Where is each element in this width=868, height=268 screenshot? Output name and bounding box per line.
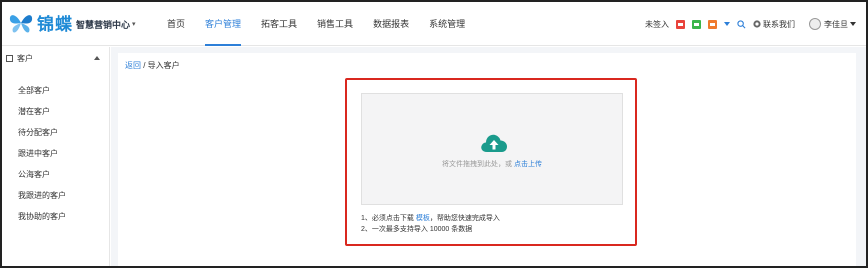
user-menu[interactable]: 李佳旦 xyxy=(809,18,856,30)
file-drop-zone[interactable]: 将文件拖拽到此处，或 点击上传 xyxy=(361,93,623,205)
tip-limit: 2、一次最多支持导入 10000 条数据 xyxy=(361,226,473,233)
butterfly-logo-icon xyxy=(9,14,33,32)
download-template-link[interactable]: 模板 xyxy=(416,215,430,222)
top-navbar: 锦蝶 智慧营销中心 ▾ 首页 客户管理 拓客工具 销售工具 数据报表 系统管理 … xyxy=(2,2,866,46)
app-window: 锦蝶 智慧营销中心 ▾ 首页 客户管理 拓客工具 销售工具 数据报表 系统管理 … xyxy=(0,0,868,268)
tip1-suffix: ，帮助您快速完成导入 xyxy=(429,215,500,222)
contact-us-link[interactable]: 联系我们 xyxy=(753,19,795,30)
home-icon xyxy=(6,54,13,62)
main-content: 返回 / 导入客户 将文件拖拽到此处，或 点击上传 1、必须点击下载 模板，帮助… xyxy=(111,47,866,266)
nav-prospecting-tools[interactable]: 拓客工具 xyxy=(251,2,307,46)
import-tips: 1、必须点击下载 模板，帮助您快速完成导入 2、一次最多支持导入 10000 条… xyxy=(361,213,500,235)
tip1-prefix: 1、必须点击下载 xyxy=(361,215,416,222)
click-upload-link[interactable]: 点击上传 xyxy=(514,161,542,168)
phone-status-green-icon[interactable] xyxy=(692,19,701,29)
import-panel: 返回 / 导入客户 将文件拖拽到此处，或 点击上传 1、必须点击下载 模板，帮助… xyxy=(118,53,856,266)
nav-data-reports[interactable]: 数据报表 xyxy=(363,2,419,46)
user-name: 李佳旦 xyxy=(824,19,848,29)
sidebar-section-customers[interactable]: 客户 xyxy=(2,47,109,69)
signin-status[interactable]: 未签入 xyxy=(645,19,669,30)
phone-status-orange-icon[interactable] xyxy=(708,19,717,29)
sidebar-item-public-pool-customers[interactable]: 公海客户 xyxy=(2,164,109,185)
breadcrumb-back-link[interactable]: 返回 xyxy=(125,61,141,70)
brand-subtitle: 智慧营销中心 xyxy=(76,19,131,30)
breadcrumb-separator: / xyxy=(141,61,148,70)
sidebar-item-all-customers[interactable]: 全部客户 xyxy=(2,80,109,101)
nav-home[interactable]: 首页 xyxy=(157,2,195,46)
sidebar-item-unassigned-customers[interactable]: 待分配客户 xyxy=(2,122,109,143)
main-nav: 首页 客户管理 拓客工具 销售工具 数据报表 系统管理 xyxy=(157,2,475,46)
sidebar-item-my-assisted-customers[interactable]: 我协助的客户 xyxy=(2,206,109,227)
nav-sales-tools[interactable]: 销售工具 xyxy=(307,2,363,46)
brand-dropdown-caret-icon[interactable]: ▾ xyxy=(132,20,136,28)
collapse-chevron-up-icon xyxy=(94,56,100,60)
breadcrumb-current: 导入客户 xyxy=(147,61,180,70)
drop-hint-text: 将文件拖拽到此处，或 xyxy=(442,161,514,168)
upload-highlight-box: 将文件拖拽到此处，或 点击上传 1、必须点击下载 模板，帮助您快速完成导入 2、… xyxy=(345,78,637,246)
sidebar-menu: 全部客户 潜在客户 待分配客户 跟进中客户 公海客户 我跟进的客户 我协助的客户 xyxy=(2,69,109,227)
sidebar-item-my-followed-customers[interactable]: 我跟进的客户 xyxy=(2,185,109,206)
sidebar-item-potential-customers[interactable]: 潜在客户 xyxy=(2,101,109,122)
user-menu-caret-icon xyxy=(850,22,856,26)
contact-us-label: 联系我们 xyxy=(763,19,795,29)
nav-system-management[interactable]: 系统管理 xyxy=(419,2,475,46)
header-tools: 未签入 联系我们 李佳旦 xyxy=(638,2,856,46)
sidebar-section-title: 客户 xyxy=(17,53,33,63)
drop-zone-hint: 将文件拖拽到此处，或 点击上传 xyxy=(362,159,622,169)
avatar xyxy=(809,18,821,30)
phone-status-red-icon[interactable] xyxy=(676,19,685,29)
search-icon[interactable] xyxy=(737,19,746,29)
nav-customer-management[interactable]: 客户管理 xyxy=(195,2,251,46)
sidebar-item-following-customers[interactable]: 跟进中客户 xyxy=(2,143,109,164)
brand-name: 锦蝶 xyxy=(37,15,73,34)
brand-logo[interactable]: 锦蝶 智慧营销中心 ▾ xyxy=(8,10,136,35)
breadcrumb: 返回 / 导入客户 xyxy=(125,60,180,71)
headset-icon xyxy=(753,20,761,28)
sidebar: 客户 全部客户 潜在客户 待分配客户 跟进中客户 公海客户 我跟进的客户 我协助… xyxy=(2,47,110,266)
tip-template: 1、必须点击下载 模板，帮助您快速完成导入 xyxy=(361,213,500,224)
cloud-upload-icon xyxy=(481,134,507,152)
status-dropdown-icon[interactable] xyxy=(724,22,730,26)
